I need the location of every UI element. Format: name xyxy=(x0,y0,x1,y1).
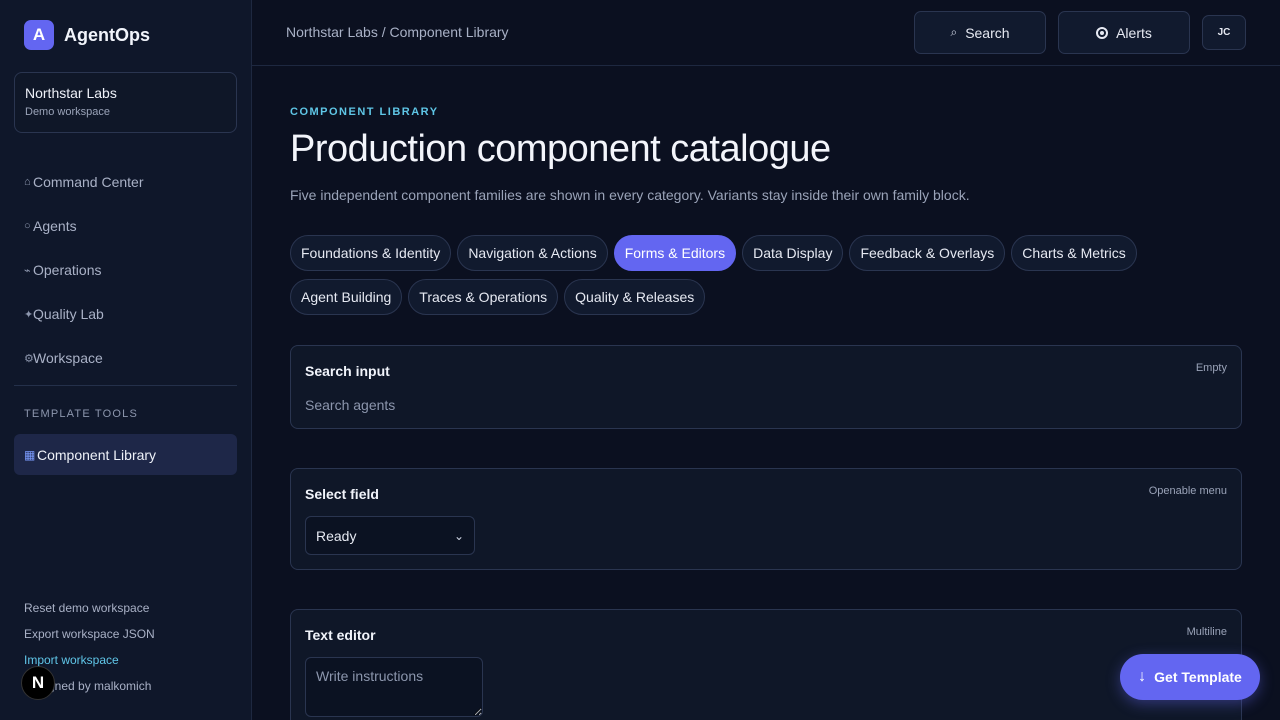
alerts-button[interactable]: Alerts xyxy=(1058,11,1190,54)
section-label-template-tools: TEMPLATE TOOLS xyxy=(24,408,138,420)
card-title: Search input xyxy=(305,363,390,379)
card-meta: Empty xyxy=(1195,362,1227,374)
select-value: Ready xyxy=(316,527,357,544)
home-icon: ⌂ xyxy=(24,176,31,188)
select-field-card: Select field Openable menu Ready ⌄ xyxy=(290,468,1242,570)
circle-icon: ○ xyxy=(24,220,31,232)
page-eyebrow: COMPONENT LIBRARY xyxy=(290,106,439,118)
sidebar-divider xyxy=(14,385,237,386)
brand[interactable]: A AgentOps xyxy=(24,20,150,50)
sidebar-item-operations[interactable]: ⌁ Operations xyxy=(24,248,234,292)
search-button[interactable]: ⌕ Search xyxy=(914,11,1046,54)
gear-icon: ⚙ xyxy=(24,352,34,365)
card-meta: Multiline xyxy=(1186,626,1227,638)
search-input-card: Search input Empty xyxy=(290,345,1242,429)
sparkle-icon: ✦ xyxy=(24,308,34,321)
sidebar: A AgentOps Northstar Labs Demo workspace… xyxy=(0,0,252,720)
sidebar-nav: ⌂ Command Center ○ Agents ⌁ Operations ✦… xyxy=(24,160,234,380)
alerts-button-label: Alerts xyxy=(1116,24,1152,41)
sidebar-item-label: Command Center xyxy=(33,174,144,190)
tab-forms-editors[interactable]: Forms & Editors xyxy=(613,235,737,271)
sidebar-item-label: Agents xyxy=(33,218,77,234)
tab-foundations-identity[interactable]: Foundations & Identity xyxy=(290,235,452,271)
status-select[interactable]: Ready ⌄ xyxy=(305,516,475,555)
sidebar-item-agents[interactable]: ○ Agents xyxy=(24,204,234,248)
brand-logo: A xyxy=(24,20,54,50)
card-title: Select field xyxy=(305,486,379,502)
text-editor-card: Text editor Multiline xyxy=(290,609,1242,720)
get-template-label: Get Template xyxy=(1154,669,1242,685)
sidebar-item-workspace[interactable]: ⚙ Workspace xyxy=(24,336,234,380)
tab-feedback-overlays[interactable]: Feedback & Overlays xyxy=(849,235,1006,271)
sidebar-item-label: Workspace xyxy=(33,350,103,366)
n-badge-icon[interactable]: N xyxy=(21,666,55,700)
tab-navigation-actions[interactable]: Navigation & Actions xyxy=(457,235,608,271)
sidebar-item-component-library[interactable]: ▦ Component Library xyxy=(14,434,237,475)
sidebar-item-quality-lab[interactable]: ✦ Quality Lab xyxy=(24,292,234,336)
breadcrumb: Northstar Labs / Component Library xyxy=(286,24,509,40)
user-avatar-button[interactable]: JC xyxy=(1202,15,1246,50)
sidebar-item-label: Operations xyxy=(33,262,102,278)
card-meta: Openable menu xyxy=(1148,485,1227,497)
sidebar-item-label: Component Library xyxy=(37,446,157,463)
tab-data-display[interactable]: Data Display xyxy=(742,235,844,271)
topbar: Northstar Labs / Component Library ⌕ Sea… xyxy=(252,0,1280,66)
tab-quality-releases[interactable]: Quality & Releases xyxy=(564,279,706,315)
category-tabs: Foundations & Identity Navigation & Acti… xyxy=(290,235,1190,315)
app-root: A AgentOps Northstar Labs Demo workspace… xyxy=(0,0,1280,720)
instructions-textarea[interactable] xyxy=(305,657,483,717)
export-workspace-link[interactable]: Export workspace JSON xyxy=(24,621,155,647)
page-title: Production component catalogue xyxy=(290,128,831,170)
brand-name: AgentOps xyxy=(64,24,151,45)
sidebar-item-command-center[interactable]: ⌂ Command Center xyxy=(24,160,234,204)
chevron-down-icon: ⌄ xyxy=(453,528,464,543)
workspace-name: Northstar Labs xyxy=(25,85,117,101)
search-icon: ⌕ xyxy=(950,25,958,39)
sidebar-item-label: Quality Lab xyxy=(33,306,104,322)
page-subtitle: Five independent component families are … xyxy=(290,187,970,203)
workspace-subtitle: Demo workspace xyxy=(25,106,110,118)
tab-agent-building[interactable]: Agent Building xyxy=(290,279,403,315)
tab-traces-operations[interactable]: Traces & Operations xyxy=(408,279,559,315)
get-template-button[interactable]: ↓ Get Template xyxy=(1120,654,1260,700)
card-title: Text editor xyxy=(305,627,376,643)
reset-workspace-link[interactable]: Reset demo workspace xyxy=(24,595,155,621)
pulse-icon: ⌁ xyxy=(24,264,31,277)
tab-charts-metrics[interactable]: Charts & Metrics xyxy=(1011,235,1137,271)
search-button-label: Search xyxy=(965,24,1010,41)
grid-icon: ▦ xyxy=(24,447,36,462)
workspace-switcher[interactable]: Northstar Labs Demo workspace xyxy=(14,72,237,133)
alert-icon xyxy=(1096,26,1109,39)
search-agents-input[interactable] xyxy=(305,395,905,415)
arrow-down-icon: ↓ xyxy=(1138,668,1147,685)
